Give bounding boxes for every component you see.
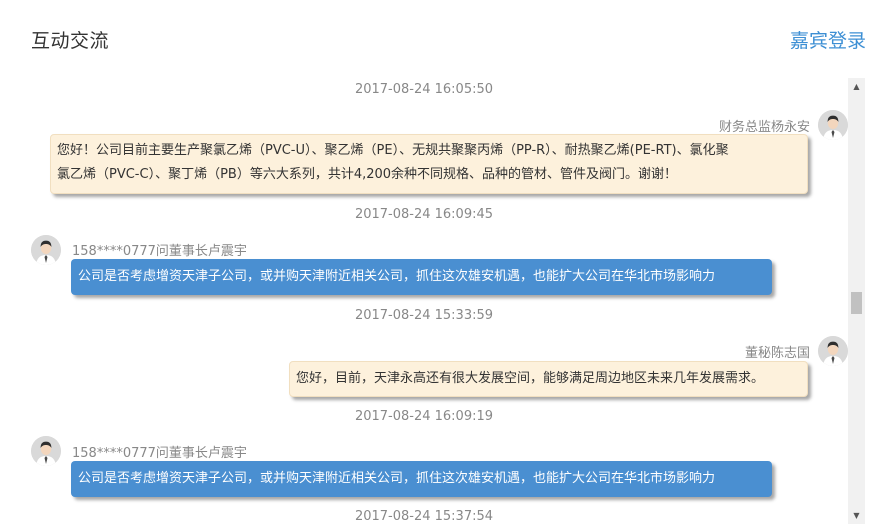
question-bubble: 公司是否考虑增资天津子公司，或并购天津附近相关公司，抓住这次雄安机遇，也能扩大公… <box>71 461 772 497</box>
user-avatar-icon <box>818 110 848 140</box>
user-avatar-icon <box>31 235 61 265</box>
answer-bubble: 您好！公司目前主要生产聚氯乙烯（PVC-U）、聚乙烯（PE）、无规共聚聚丙烯（P… <box>50 134 808 194</box>
section-title: 互动交流 <box>31 30 110 52</box>
answer-bubble: 您好，目前，天津永高还有很大发展空间，能够满足周边地区未来几年发展需求。 <box>289 361 808 397</box>
speaker-name: 董秘陈志国 <box>744 346 810 361</box>
message-timestamp: 2017-08-24 16:09:45 <box>354 207 494 222</box>
question-bubble: 公司是否考虑增资天津子公司，或并购天津附近相关公司，抓住这次雄安机遇，也能扩大公… <box>71 259 772 295</box>
speaker-name: 158****0777问董事长卢震宇 <box>72 244 247 259</box>
triangle-down-icon[interactable]: ▼ <box>848 507 865 524</box>
scroll-thumb[interactable] <box>851 292 862 314</box>
answer-text-line: 您好！公司目前主要生产聚氯乙烯（PVC-U）、聚乙烯（PE）、无规共聚聚丙烯（P… <box>57 143 729 158</box>
message-timestamp: 2017-08-24 16:09:19 <box>354 409 494 424</box>
message-timestamp: 2017-08-24 15:33:59 <box>354 308 494 323</box>
message-timestamp: 2017-08-24 16:05:50 <box>354 82 494 97</box>
section-header: 互动交流 嘉宾登录 <box>0 0 874 78</box>
message-timestamp: 2017-08-24 15:37:54 <box>354 509 494 524</box>
guest-login-link[interactable]: 嘉宾登录 <box>790 26 866 53</box>
triangle-up-icon[interactable]: ▲ <box>848 78 865 95</box>
user-avatar-icon <box>31 436 61 466</box>
user-avatar-icon <box>818 336 848 366</box>
chat-area: 2017-08-24 16:05:50 财务总监杨永安 您好！公司目前主要生产聚… <box>0 78 848 526</box>
speaker-name: 财务总监杨永安 <box>718 120 810 135</box>
answer-text-line: 氯乙烯（PVC-C）、聚丁烯（PB）等六大系列，共计4,200余种不同规格、品种… <box>57 167 678 182</box>
chat-scrollbar[interactable]: ▲ ▼ <box>848 78 865 524</box>
speaker-name: 158****0777问董事长卢震宇 <box>72 446 247 461</box>
